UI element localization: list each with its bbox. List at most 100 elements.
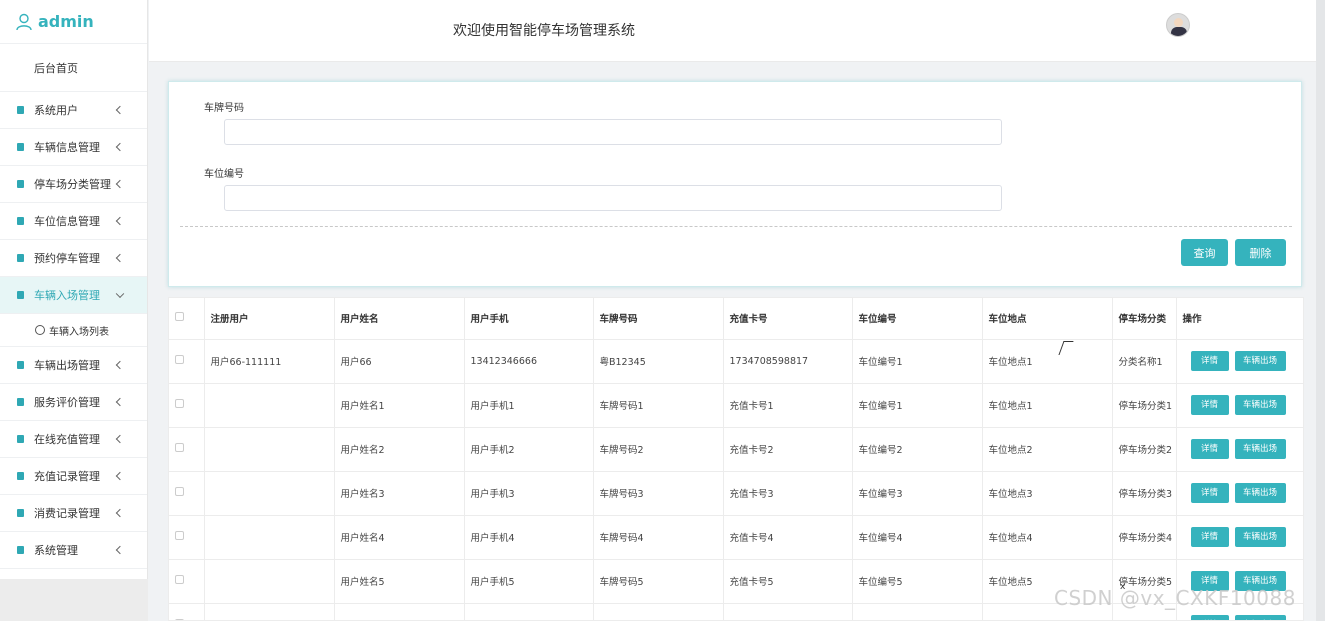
vehicle-exit-button[interactable]: 车辆出场	[1234, 351, 1286, 371]
sidebar-item-label: 消费记录管理	[34, 507, 100, 520]
table-cell: 充值卡号4	[723, 515, 853, 560]
table-cell: 车位地点1	[982, 339, 1113, 384]
row-checkbox[interactable]	[175, 575, 184, 584]
vehicle-exit-button[interactable]: 车辆出场	[1234, 439, 1286, 459]
chevron-left-icon	[115, 216, 125, 226]
table-cell: 用户姓名1	[334, 383, 465, 428]
table-cell: 用户姓名3	[334, 471, 465, 516]
row-checkbox-cell[interactable]	[169, 515, 205, 560]
avatar[interactable]	[1166, 13, 1190, 37]
row-checkbox[interactable]	[175, 531, 184, 540]
delete-button[interactable]: 删除	[1235, 239, 1286, 266]
document-icon	[17, 472, 24, 480]
table-cell	[204, 559, 335, 604]
actions-cell: 详情车辆出场	[1176, 515, 1303, 560]
query-button[interactable]: 查询	[1181, 239, 1228, 266]
sidebar-subitem-entry-list[interactable]: 车辆入场列表	[0, 314, 147, 347]
watermark: CSDN @vx_CXKF10088	[1054, 586, 1296, 610]
detail-button[interactable]: 详情	[1190, 395, 1229, 415]
document-icon	[17, 180, 24, 188]
table-cell: 车牌号码3	[593, 471, 724, 516]
row-checkbox[interactable]	[175, 487, 184, 496]
sidebar-item-label: 车辆信息管理	[34, 141, 100, 154]
data-table: 注册用户 用户姓名 用户手机 车牌号码 充值卡号 车位编号 车位地点 停车场分类…	[168, 297, 1304, 621]
table-cell: 车位编号6	[852, 603, 983, 620]
chevron-down-icon	[115, 289, 125, 299]
sidebar-item-spot-info[interactable]: 车位信息管理	[0, 203, 147, 240]
select-all-checkbox[interactable]	[175, 312, 184, 322]
vehicle-exit-button[interactable]: 车辆出场	[1234, 483, 1286, 503]
search-panel: 车牌号码 车位编号 查询 删除	[168, 81, 1302, 287]
table-cell: 车位编号2	[852, 427, 983, 472]
column-header: 充值卡号	[723, 298, 853, 340]
vehicle-exit-button[interactable]: 车辆出场	[1234, 615, 1286, 620]
chevron-left-icon	[115, 508, 125, 518]
row-checkbox-cell[interactable]	[169, 559, 205, 604]
document-icon	[17, 254, 24, 262]
sidebar-item-vehicle-exit[interactable]: 车辆出场管理	[0, 347, 147, 384]
detail-button[interactable]: 详情	[1190, 483, 1229, 503]
sidebar-item-service-review[interactable]: 服务评价管理	[0, 384, 147, 421]
row-checkbox[interactable]	[175, 399, 184, 408]
detail-button[interactable]: 详情	[1190, 439, 1229, 459]
sidebar-item-system-users[interactable]: 系统用户	[0, 92, 147, 129]
row-checkbox-cell[interactable]	[169, 471, 205, 516]
sidebar-item-label: 充值记录管理	[34, 470, 100, 483]
document-icon	[17, 291, 24, 299]
document-icon	[17, 398, 24, 406]
plate-number-input[interactable]	[224, 119, 1002, 145]
detail-button[interactable]: 详情	[1190, 351, 1229, 371]
document-icon	[17, 435, 24, 443]
sidebar-item-consumption-records[interactable]: 消费记录管理	[0, 495, 147, 532]
chevron-left-icon	[115, 142, 125, 152]
table-row: 用户66-111111 用户66 13412346666 粤B12345 1734708…	[169, 339, 1303, 384]
column-header: 注册用户	[204, 298, 335, 340]
row-checkbox-cell[interactable]	[169, 339, 205, 384]
row-checkbox-cell[interactable]	[169, 427, 205, 472]
actions-cell: 详情车辆出场	[1176, 471, 1303, 516]
table-cell: 用户姓名4	[334, 515, 465, 560]
table-cell: 车位编号3	[852, 471, 983, 516]
sidebar-item-home[interactable]: 后台首页	[0, 44, 147, 92]
table-cell: 停车场分类4	[1112, 515, 1177, 560]
sidebar-item-lot-category[interactable]: 停车场分类管理	[0, 166, 147, 203]
detail-button[interactable]: 详情	[1190, 615, 1229, 620]
table-cell: 用户66-111111	[204, 339, 335, 384]
table-row: 用户姓名4 用户手机4 车牌号码4 充值卡号4 车位编号4 车位地点4 停车场分类4 详情 车辆…	[169, 515, 1303, 560]
table-cell: 13412346666	[464, 339, 594, 384]
table-cell: 停车场分类3	[1112, 471, 1177, 516]
table-cell: 充值卡号3	[723, 471, 853, 516]
sidebar-item-label: 系统管理	[34, 544, 78, 557]
vehicle-exit-button[interactable]: 车辆出场	[1234, 395, 1286, 415]
table-cell: 车位地点3	[982, 471, 1113, 516]
select-all-checkbox-cell[interactable]	[169, 298, 205, 340]
sidebar-item-label: 停车场分类管理	[34, 178, 111, 191]
sidebar-item-vehicle-info[interactable]: 车辆信息管理	[0, 129, 147, 166]
divider	[180, 226, 1292, 227]
row-checkbox-cell[interactable]	[169, 603, 205, 620]
column-header: 停车场分类	[1112, 298, 1177, 340]
table-cell: 用户姓名2	[334, 427, 465, 472]
scrollbar-track[interactable]	[1316, 0, 1325, 621]
spot-number-input[interactable]	[224, 185, 1002, 211]
row-checkbox[interactable]	[175, 443, 184, 452]
table-cell: 用户手机5	[464, 559, 594, 604]
table-row: 用户姓名3 用户手机3 车牌号码3 充值卡号3 车位编号3 车位地点3 停车场分类3 详情 车辆…	[169, 471, 1303, 516]
row-checkbox[interactable]	[175, 355, 184, 364]
chevron-left-icon	[115, 179, 125, 189]
vehicle-exit-button[interactable]: 车辆出场	[1234, 527, 1286, 547]
table-cell	[204, 515, 335, 560]
column-header: 操作	[1176, 298, 1303, 340]
table-row: 用户姓名1 用户手机1 车牌号码1 充值卡号1 车位编号1 车位地点1 停车场分类1 详情 车辆…	[169, 383, 1303, 428]
sidebar-item-label: 车辆入场管理	[34, 289, 100, 302]
row-checkbox-cell[interactable]	[169, 383, 205, 428]
detail-button[interactable]: 详情	[1190, 527, 1229, 547]
table-cell: 车位编号1	[852, 339, 983, 384]
sidebar-item-system-management[interactable]: 系统管理	[0, 532, 147, 569]
brand-name: admin	[38, 12, 94, 31]
sidebar-item-recharge-records[interactable]: 充值记录管理	[0, 458, 147, 495]
sidebar-item-vehicle-entry[interactable]: 车辆入场管理	[0, 277, 147, 314]
sidebar-item-online-recharge[interactable]: 在线充值管理	[0, 421, 147, 458]
sidebar-item-reservation[interactable]: 预约停车管理	[0, 240, 147, 277]
table-cell: 车牌号码1	[593, 383, 724, 428]
